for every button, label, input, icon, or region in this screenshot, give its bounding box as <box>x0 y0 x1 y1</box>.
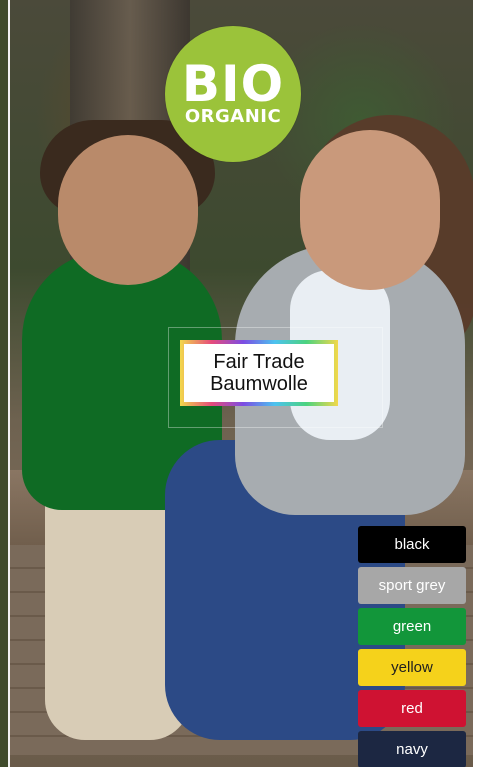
color-swatch-black[interactable]: black <box>358 526 466 563</box>
child-left-face <box>58 135 198 285</box>
product-image: BIO ORGANIC Fair Trade Baumwolle black s… <box>0 0 479 767</box>
fair-trade-line-2: Baumwolle <box>210 373 308 395</box>
right-edge-strip <box>473 0 479 767</box>
bio-organic-badge: BIO ORGANIC <box>165 26 301 162</box>
fair-trade-label-inner: Fair Trade Baumwolle <box>184 344 334 402</box>
fair-trade-line-1: Fair Trade <box>213 351 305 373</box>
color-swatch-sport-grey[interactable]: sport grey <box>358 567 466 604</box>
fair-trade-label: Fair Trade Baumwolle <box>180 340 338 406</box>
bio-badge-main: BIO <box>181 55 285 113</box>
color-swatch-green[interactable]: green <box>358 608 466 645</box>
bio-badge-sub: ORGANIC <box>184 106 282 127</box>
left-divider-line <box>8 0 10 767</box>
left-edge-strip <box>0 0 8 767</box>
color-swatch-yellow[interactable]: yellow <box>358 649 466 686</box>
color-swatch-red[interactable]: red <box>358 690 466 727</box>
color-swatch-list: black sport grey green yellow red navy <box>358 526 466 767</box>
child-right-face <box>300 130 440 290</box>
color-swatch-navy[interactable]: navy <box>358 731 466 767</box>
